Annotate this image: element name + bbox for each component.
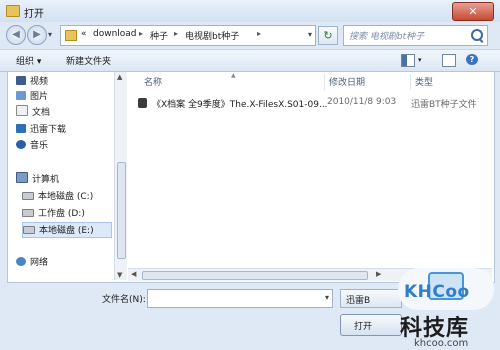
search-input[interactable]: 搜索 电视剧bt种子 <box>343 25 488 46</box>
breadcrumb-overflow[interactable]: « <box>81 29 87 39</box>
organize-menu[interactable]: 组织 ▾ <box>16 54 41 67</box>
breadcrumb-download[interactable]: download <box>93 29 137 39</box>
scroll-left-icon[interactable]: ◀ <box>131 270 136 278</box>
address-row: ◀ ▶ ▾ « download ▸ 种子 ▸ 电视剧bt种子 ▸ ▾ ↻ 搜索… <box>0 22 500 48</box>
drive-icon <box>22 209 34 217</box>
filename-dropdown-icon[interactable]: ▾ <box>325 293 329 302</box>
history-dropdown-icon[interactable]: ▾ <box>48 30 52 39</box>
open-button-label: 打开 <box>354 322 373 332</box>
search-icon <box>471 29 483 41</box>
scroll-up-icon[interactable]: ▲ <box>117 73 122 81</box>
filename-input[interactable]: ▾ <box>147 289 333 308</box>
computer-icon <box>16 172 28 183</box>
help-icon[interactable]: ? <box>466 54 478 65</box>
picture-library-icon <box>16 91 26 100</box>
column-header-name[interactable]: 名称 <box>144 75 162 88</box>
thunder-download-icon <box>16 124 26 133</box>
file-modified-date: 2010/11/8 9:03 <box>327 97 397 107</box>
scrollbar-thumb[interactable] <box>142 271 368 280</box>
search-placeholder: 搜索 电视剧bt种子 <box>349 32 425 42</box>
watermark-logo: KHCoo <box>404 282 470 302</box>
torrent-file-icon <box>138 98 147 108</box>
file-type-value: 迅雷B <box>346 296 371 306</box>
nav-item-drive-d[interactable]: 工作盘 (D:) <box>22 206 112 220</box>
video-library-icon <box>16 76 26 85</box>
file-row[interactable]: 《X档案 全9季度》The.X-FilesX.S01-09... 2010/11… <box>136 96 486 111</box>
drive-icon <box>23 226 35 234</box>
nav-item-videos[interactable]: 视频 <box>16 74 112 88</box>
breadcrumb-separator[interactable]: ▸ <box>257 29 261 38</box>
address-dropdown-icon[interactable]: ▾ <box>308 30 312 39</box>
nav-item-drive-c[interactable]: 本地磁盘 (C:) <box>22 189 112 203</box>
new-folder-button[interactable]: 新建文件夹 <box>66 54 111 67</box>
sort-indicator-icon: ▲ <box>231 72 236 79</box>
window-title: 打开 <box>24 9 44 20</box>
column-header-type[interactable]: 类型 <box>415 75 433 88</box>
breadcrumb-separator[interactable]: ▸ <box>174 29 178 38</box>
back-button[interactable]: ◀ <box>6 25 26 45</box>
column-divider[interactable] <box>324 74 325 90</box>
view-options-icon[interactable] <box>401 54 415 67</box>
address-bar[interactable]: « download ▸ 种子 ▸ 电视剧bt种子 ▸ ▾ <box>60 25 316 46</box>
nav-item-documents[interactable]: 文档 <box>16 105 112 119</box>
music-library-icon <box>16 140 26 149</box>
column-header-modified[interactable]: 修改日期 <box>329 75 365 88</box>
breadcrumb-tv-torrents[interactable]: 电视剧bt种子 <box>185 29 239 42</box>
drive-icon <box>22 192 34 200</box>
refresh-button[interactable]: ↻ <box>318 26 338 45</box>
scroll-down-icon[interactable]: ▼ <box>117 271 122 279</box>
preview-pane-icon[interactable] <box>442 54 456 67</box>
folder-icon <box>6 5 20 17</box>
view-dropdown-icon[interactable]: ▾ <box>418 56 422 64</box>
title-bar[interactable]: 打开 ✕ <box>0 0 500 22</box>
nav-pane-scrollbar[interactable]: ▲ ▼ <box>114 72 127 280</box>
file-type: 迅雷BT种子文件 <box>411 100 477 110</box>
folder-icon <box>65 30 77 41</box>
watermark: KHCoo 科技库 khcoo.com <box>388 262 500 350</box>
open-file-dialog: 打开 ✕ ◀ ▶ ▾ « download ▸ 种子 ▸ 电视剧bt种子 ▸ ▾… <box>0 0 500 350</box>
file-name: 《X档案 全9季度》The.X-FilesX.S01-09... <box>152 100 328 110</box>
command-bar: 组织 ▾ 新建文件夹 ▾ ? <box>0 49 500 72</box>
nav-item-network[interactable]: 网络 <box>16 255 112 269</box>
filename-label: 文件名(N): <box>102 295 146 305</box>
close-button[interactable]: ✕ <box>452 2 494 21</box>
watermark-url: khcoo.com <box>414 338 469 349</box>
nav-item-music[interactable]: 音乐 <box>16 138 112 152</box>
document-library-icon <box>16 105 28 116</box>
scrollbar-thumb[interactable] <box>117 162 126 259</box>
network-icon <box>16 257 26 266</box>
scroll-right-icon[interactable]: ▶ <box>376 270 381 278</box>
file-list: ▲ 名称 修改日期 类型 《X档案 全9季度》The.X-FilesX.S01-… <box>128 72 492 281</box>
forward-button[interactable]: ▶ <box>27 25 47 45</box>
breadcrumb-separator[interactable]: ▸ <box>139 29 143 38</box>
nav-item-computer[interactable]: 计算机 <box>16 172 112 186</box>
navigation-pane: 视频 图片 文档 迅雷下载 音乐 计算机 本地磁盘 (C:) 工作盘 (D:) <box>8 72 113 280</box>
nav-item-drive-e[interactable]: 本地磁盘 (E:) <box>22 222 112 238</box>
nav-item-pictures[interactable]: 图片 <box>16 89 112 103</box>
browser-area: 视频 图片 文档 迅雷下载 音乐 计算机 本地磁盘 (C:) 工作盘 (D:) <box>7 71 495 283</box>
column-divider[interactable] <box>410 74 411 90</box>
nav-item-thunder-downloads[interactable]: 迅雷下载 <box>16 122 112 136</box>
breadcrumb-torrents[interactable]: 种子 <box>150 29 168 42</box>
